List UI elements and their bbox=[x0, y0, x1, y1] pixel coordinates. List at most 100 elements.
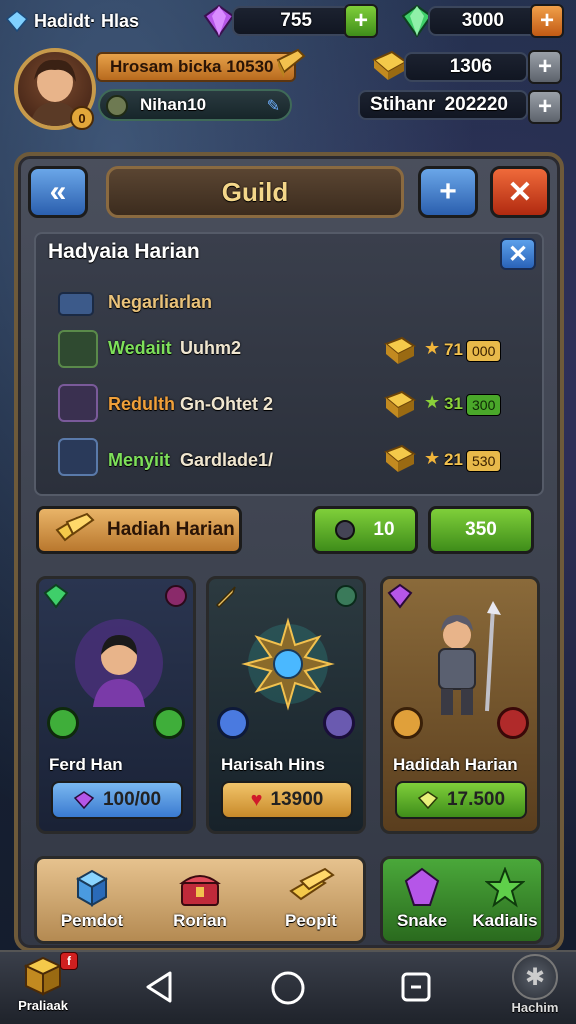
level-badge: 0 bbox=[70, 106, 94, 130]
gold-counter: 1306 bbox=[404, 52, 528, 82]
emerald-counter: 3000 bbox=[428, 6, 546, 36]
edit-icon: ✎ bbox=[266, 98, 280, 115]
skill-icon bbox=[217, 707, 249, 739]
row-2-name: Redulth bbox=[108, 394, 175, 414]
tray-right-item-1[interactable]: Snake bbox=[387, 867, 457, 931]
tray-label: Kadialis bbox=[472, 911, 538, 930]
skill-icon bbox=[391, 707, 423, 739]
gear-icon: ✱ bbox=[512, 954, 558, 1000]
chat-icon bbox=[58, 292, 94, 316]
settings-button[interactable]: ✱ Hachim bbox=[500, 954, 570, 1024]
row-3-stars: 21 bbox=[444, 450, 463, 469]
row-2-stars: 31 bbox=[444, 394, 463, 413]
emerald-value: 3000 bbox=[461, 10, 504, 31]
reward-card-2[interactable]: Harisah Hins ♥ 13900 bbox=[206, 576, 366, 834]
tray-label: Rorian bbox=[173, 911, 227, 930]
card-price[interactable]: 100/00 bbox=[51, 781, 183, 819]
gold-bars-icon bbox=[289, 867, 335, 901]
inventory-label: Praliaak bbox=[18, 998, 68, 1013]
home-circle-icon[interactable] bbox=[270, 970, 306, 1006]
recents-square-icon[interactable] bbox=[400, 971, 432, 1003]
plus-icon: + bbox=[537, 93, 552, 120]
purple-gem-icon bbox=[203, 4, 235, 38]
tray-item-2[interactable]: Rorian bbox=[155, 867, 245, 931]
add-button[interactable]: + bbox=[418, 166, 478, 218]
tray-label: Snake bbox=[396, 911, 448, 930]
purple-crystal-icon bbox=[404, 867, 440, 906]
back-button[interactable]: « bbox=[28, 166, 88, 218]
emerald-icon bbox=[43, 583, 69, 609]
green-star-icon bbox=[485, 867, 525, 908]
crystal-box-icon bbox=[75, 869, 109, 907]
warrior-portrait-icon bbox=[75, 619, 163, 707]
tray-label: Peopit bbox=[285, 911, 337, 930]
gem-tray: Snake Kadialis bbox=[380, 856, 544, 944]
gem-value: 755 bbox=[280, 10, 312, 31]
close-button[interactable]: ✕ bbox=[490, 166, 550, 218]
rank-icon bbox=[165, 585, 187, 607]
counter-a-button[interactable]: 10 bbox=[312, 506, 418, 554]
sub-plate[interactable]: Nihan10 ✎ bbox=[98, 89, 292, 121]
skill-icon bbox=[323, 707, 355, 739]
counter-b-value: 350 bbox=[465, 519, 497, 540]
emerald-icon bbox=[417, 791, 439, 810]
skill-icon bbox=[497, 707, 529, 739]
section-close-button[interactable]: ✕ bbox=[500, 238, 536, 270]
row-2-chip: 300 bbox=[466, 394, 502, 416]
coin-icon bbox=[106, 95, 128, 117]
claim-button[interactable]: Hadiah Harian bbox=[36, 506, 242, 554]
price-value: 13900 bbox=[270, 789, 324, 810]
settings-label: Hachim bbox=[511, 1000, 559, 1015]
add-gems-button[interactable]: + bbox=[344, 4, 378, 38]
panel-title: Guild bbox=[106, 166, 404, 218]
back-triangle-icon[interactable] bbox=[144, 970, 176, 1004]
add-silver-button[interactable]: + bbox=[528, 90, 562, 124]
notification-badge: f bbox=[60, 952, 78, 970]
tray-item-3[interactable]: Peopit bbox=[263, 867, 359, 931]
row-3-name: Menyiit bbox=[108, 450, 171, 470]
tray-right-item-2[interactable]: Kadialis bbox=[469, 867, 541, 931]
price-value: 100/00 bbox=[102, 789, 162, 810]
diamond-icon bbox=[6, 10, 28, 32]
silver-label: Stihanr bbox=[370, 94, 436, 115]
add-emeralds-button[interactable]: + bbox=[530, 4, 564, 38]
gem-counter: 755 bbox=[232, 6, 354, 36]
price-value: 17.500 bbox=[446, 789, 506, 810]
brand-title: Hadidt· Hlas bbox=[34, 10, 140, 31]
row-1-chip: 000 bbox=[466, 340, 502, 362]
shield-icon bbox=[335, 520, 356, 540]
claim-label: Hadiah Harian bbox=[107, 519, 235, 540]
reward-card-1[interactable]: Ferd Han 100/00 bbox=[36, 576, 196, 834]
red-chest-icon bbox=[179, 875, 221, 906]
close-icon: ✕ bbox=[507, 175, 533, 209]
gold-value: 1306 bbox=[449, 56, 492, 77]
star-icon: ★ bbox=[424, 448, 441, 468]
row-3-chip: 530 bbox=[466, 450, 502, 472]
silver-value: 202220 bbox=[444, 94, 508, 115]
card-name: Ferd Han bbox=[49, 755, 123, 774]
skill-icon bbox=[153, 707, 185, 739]
card-price[interactable]: ♥ 13900 bbox=[221, 781, 353, 819]
tray-label: Pemdot bbox=[60, 911, 124, 930]
skill-icon bbox=[47, 707, 79, 739]
tray-item-1[interactable]: Pemdot bbox=[47, 867, 137, 931]
gold-bars-icon bbox=[55, 512, 95, 542]
gold-bar-icon bbox=[276, 48, 306, 78]
card-price[interactable]: 17.500 bbox=[395, 781, 527, 819]
sub-plate-label: Nihan10 bbox=[140, 95, 207, 114]
card-name: Harisah Hins bbox=[221, 755, 325, 774]
system-nav-bar: Praliaak f ✱ Hachim bbox=[0, 950, 576, 1024]
silver-counter: Stihanr 202220 bbox=[358, 90, 528, 120]
add-gold-button[interactable]: + bbox=[528, 50, 562, 84]
plus-icon: + bbox=[539, 7, 554, 34]
reward-card-3[interactable]: Hadidah Harian 17.500 bbox=[380, 576, 540, 834]
row-3-icon bbox=[58, 438, 98, 476]
brand: Hadidt· Hlas bbox=[6, 6, 139, 36]
shop-tray: Pemdot Rorian Peopit bbox=[34, 856, 366, 944]
star-icon: ★ bbox=[424, 338, 441, 358]
card-name: Hadidah Harian bbox=[393, 755, 518, 774]
counter-b-button[interactable]: 350 bbox=[428, 506, 534, 554]
purple-gem-icon bbox=[73, 791, 95, 810]
crate-icon bbox=[23, 956, 63, 996]
row-1-stars: 71 bbox=[444, 340, 463, 359]
